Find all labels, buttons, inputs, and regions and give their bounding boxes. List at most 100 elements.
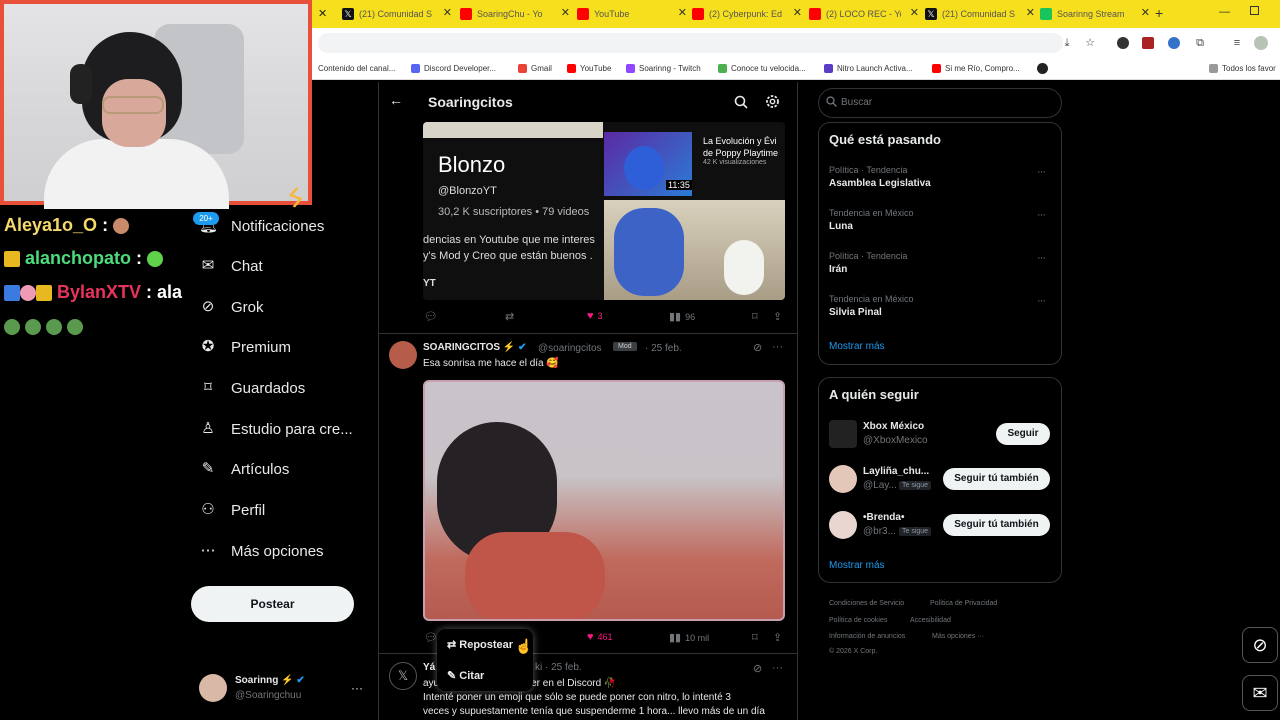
bookmark-item[interactable]: Si me Río, Compro...	[932, 64, 1020, 73]
follow-handle[interactable]: @Lay...	[863, 480, 897, 491]
sidebar-item-guardados[interactable]: ⌑ Guardados	[199, 375, 305, 401]
repost-button[interactable]: ⇄	[505, 310, 514, 323]
maximize-button[interactable]	[1250, 6, 1259, 15]
more-icon[interactable]: ···	[772, 662, 783, 674]
bookmark-item[interactable]: Nitro Launch Activa...	[824, 64, 913, 73]
tab-close-icon[interactable]: ✕	[910, 6, 919, 19]
avatar[interactable]	[829, 511, 857, 539]
avatar[interactable]	[389, 341, 417, 369]
tab-close-icon[interactable]: ✕	[1026, 6, 1035, 19]
footer-link[interactable]: Condiciones de Servicio	[829, 600, 904, 607]
avatar[interactable]: 𝕏	[389, 662, 417, 690]
bookmark-item[interactable]: Contenido del canal...	[318, 64, 395, 73]
browser-tab[interactable]: Soarinng Stream ✕	[1040, 4, 1150, 24]
sidebar-item-perfil[interactable]: ⚇ Perfil	[199, 497, 265, 523]
browser-tab[interactable]: YouTube ✕	[577, 4, 687, 24]
more-icon[interactable]: ···	[772, 341, 783, 353]
bookmark-globe-icon[interactable]	[1037, 63, 1048, 74]
post-image-youtube-card[interactable]: Blonzo @BlonzoYT 30,2 K suscriptores • 7…	[423, 122, 785, 300]
avatar[interactable]	[829, 420, 857, 448]
share-button[interactable]: ⇪	[773, 310, 782, 323]
search-icon[interactable]	[734, 95, 748, 109]
grok-float-icon[interactable]: ⊘	[1242, 627, 1278, 663]
post-date[interactable]: · 25 feb.	[645, 343, 682, 354]
extension-icon[interactable]	[1117, 37, 1129, 49]
follow-button[interactable]: Seguir tú también	[943, 468, 1050, 490]
grok-icon[interactable]: ⊘	[753, 662, 762, 675]
follow-name[interactable]: Layliña_chu...	[863, 466, 929, 477]
browser-tab[interactable]: (2) Cyberpunk: Ed ✕	[692, 4, 802, 24]
bookmark-item[interactable]: Gmail	[518, 64, 552, 73]
account-handle[interactable]: @Soaringchuu	[235, 690, 301, 701]
bookmark-item[interactable]: Todos los favor	[1209, 64, 1276, 73]
account-name[interactable]: Soarinng ⚡ ✔	[235, 675, 305, 686]
star-icon[interactable]: ☆	[1083, 36, 1097, 50]
like-button[interactable]: ♥ 3	[587, 310, 603, 322]
post-author-handle[interactable]: @soaringcitos	[538, 343, 602, 354]
post-date[interactable]: ki · 25 feb.	[535, 662, 582, 673]
bookmark-item[interactable]: YouTube	[567, 64, 611, 73]
sidebar-item-más-opciones[interactable]: ⋯ Más opciones	[199, 538, 324, 564]
browser-tab[interactable]: 𝕏 (21) Comunidad S ✕	[925, 4, 1035, 24]
post-image[interactable]	[423, 380, 785, 621]
trend-name[interactable]: Irán	[829, 264, 847, 275]
avatar[interactable]	[829, 465, 857, 493]
back-arrow-icon[interactable]: ←	[389, 92, 403, 108]
reply-button[interactable]: 💬︎	[424, 631, 438, 644]
reply-button[interactable]: 💬︎	[424, 310, 438, 323]
trend-name[interactable]: Silvia Pinal	[829, 307, 882, 318]
extension-icon[interactable]	[1168, 37, 1180, 49]
follow-name[interactable]: Xbox México	[863, 421, 924, 432]
trend-more-icon[interactable]: ···	[1037, 209, 1046, 221]
browser-tab[interactable]: (2) LOCO REC - Yo ✕	[809, 4, 919, 24]
sidebar-item-premium[interactable]: ✪ Premium	[199, 334, 291, 360]
quote-menu-item[interactable]: ✎ Citar	[447, 669, 484, 682]
views-button[interactable]: ▮▮ 96	[669, 310, 695, 323]
trend-name[interactable]: Asamblea Legislativa	[829, 178, 931, 189]
gear-icon[interactable]	[765, 94, 780, 109]
follow-name[interactable]: •Brenda•	[863, 512, 904, 523]
like-button[interactable]: ♥ 461	[587, 631, 613, 643]
show-more-link[interactable]: Mostrar más	[829, 560, 885, 571]
views-button[interactable]: ▮▮ 10 mil	[669, 631, 709, 644]
account-menu-icon[interactable]: ···	[351, 681, 363, 695]
avatar[interactable]	[199, 674, 227, 702]
bookmark-button[interactable]: ⌑	[752, 310, 758, 323]
sidebar-item-estudio-para-cre[interactable]: ♙ Estudio para cre...	[199, 416, 352, 442]
post-author-name[interactable]: Yá	[423, 662, 435, 673]
trend-more-icon[interactable]: ···	[1037, 295, 1046, 307]
sidebar-item-grok[interactable]: ⊘ Grok	[199, 294, 264, 320]
extension-icon[interactable]	[1142, 37, 1154, 49]
bookmark-item[interactable]: Soarinng - Twitch	[626, 64, 701, 73]
follow-handle[interactable]: @XboxMexico	[863, 435, 928, 446]
tab-close-icon[interactable]: ✕	[793, 6, 802, 19]
show-more-link[interactable]: Mostrar más	[829, 341, 885, 352]
footer-link[interactable]: Más opciones ···	[932, 633, 984, 640]
media-icon[interactable]: ≡	[1230, 36, 1244, 50]
post-button[interactable]: Postear	[191, 586, 354, 622]
bookmark-button[interactable]: ⌑	[752, 631, 758, 644]
trend-name[interactable]: Luna	[829, 221, 853, 232]
browser-tab[interactable]: SoaringChu - Yo ✕	[460, 4, 570, 24]
sidebar-item-artículos[interactable]: ✎ Artículos	[199, 456, 290, 482]
url-input[interactable]	[318, 33, 1063, 53]
install-app-icon[interactable]: ⤓	[1060, 36, 1074, 50]
messages-float-icon[interactable]: ✉	[1242, 675, 1278, 711]
footer-link[interactable]: Política de cookies	[829, 617, 887, 624]
follow-button[interactable]: Seguir tú también	[943, 514, 1050, 536]
bookmark-item[interactable]: Discord Developer...	[411, 64, 496, 73]
post-author-name[interactable]: SOARINGCITOS ⚡ ✔	[423, 342, 526, 353]
footer-link[interactable]: Accesibilidad	[910, 617, 951, 624]
footer-link[interactable]: Información de anuncios	[829, 633, 905, 640]
share-button[interactable]: ⇪	[773, 631, 782, 644]
new-tab-button[interactable]: +	[1155, 5, 1163, 21]
tab-close-icon[interactable]: ✕	[318, 7, 327, 20]
follow-handle[interactable]: @br3...	[863, 526, 896, 537]
tab-close-icon[interactable]: ✕	[443, 6, 452, 19]
tab-close-icon[interactable]: ✕	[1141, 6, 1150, 19]
grok-icon[interactable]: ⊘	[753, 341, 762, 354]
tab-close-icon[interactable]: ✕	[678, 6, 687, 19]
repost-menu-item[interactable]: ⇄ Repostear	[447, 638, 513, 651]
profile-avatar[interactable]	[1254, 36, 1268, 50]
follow-button[interactable]: Seguir	[996, 423, 1050, 445]
